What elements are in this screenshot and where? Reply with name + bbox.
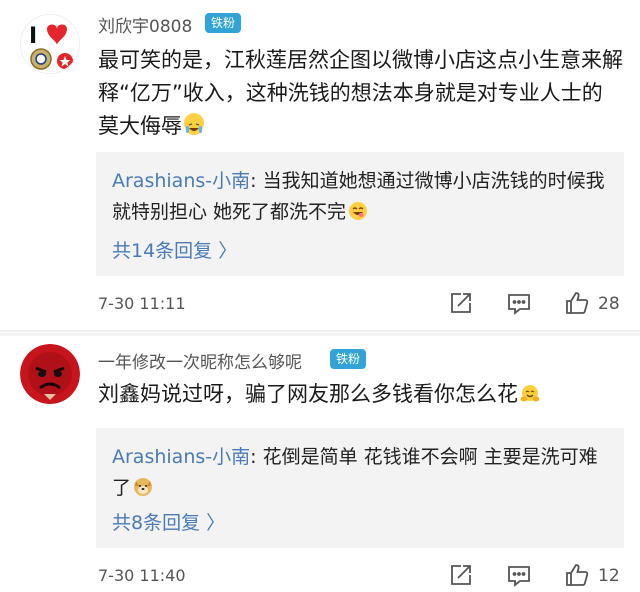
comment-text-content: 刘鑫妈说过呀，骗了网友那么多钱看你怎么花	[98, 382, 518, 406]
username[interactable]: 刘欣宇0808	[98, 12, 192, 37]
comment-time: 7-30 11:40	[98, 566, 186, 585]
avatar[interactable]	[20, 344, 80, 404]
reply-separator: :	[250, 446, 257, 468]
reply-author[interactable]: Arashians-小南	[112, 446, 250, 468]
comment-text: 最可笑的是，江秋莲居然企图以微博小店这点小生意来解释“亿万”收入，这种洗钱的想法…	[98, 44, 623, 143]
comment-time: 7-30 11:11	[98, 294, 186, 313]
username[interactable]: 一年修改一次昵称怎么够呢	[98, 348, 302, 373]
reply-preview[interactable]: Arashians-小南: 花倒是简单 花钱谁不会啊 主要是洗可难了 共8条回复…	[96, 428, 624, 548]
view-replies-link[interactable]: 共8条回复 〉	[112, 508, 225, 535]
avatar[interactable]: I	[20, 14, 80, 74]
avatar-image	[20, 344, 80, 404]
like-icon[interactable]	[564, 562, 590, 588]
grin-tongue-emoji-icon	[348, 200, 368, 220]
reply-author[interactable]: Arashians-小南	[112, 170, 250, 192]
doge-emoji-icon	[133, 476, 153, 496]
comment-item: I 刘欣宇0808 铁粉 最可笑的是，江秋莲居然企图以微博小店这点小生意来解释“…	[0, 0, 640, 330]
like-count: 28	[598, 294, 620, 314]
reply-text: Arashians-小南: 花倒是简单 花钱谁不会啊 主要是洗可难了	[112, 442, 612, 504]
svg-text:I: I	[29, 24, 37, 49]
comment-text: 刘鑫妈说过呀，骗了网友那么多钱看你怎么花	[98, 378, 623, 411]
like-icon[interactable]	[564, 290, 590, 316]
hug-emoji-icon	[520, 381, 540, 402]
comment-icon[interactable]	[506, 562, 532, 588]
fan-badge: 铁粉	[330, 349, 367, 369]
avatar-image: I	[21, 15, 79, 73]
comment-text-content: 最可笑的是，江秋莲居然企图以微博小店这点小生意来解释“亿万”收入，这种洗钱的想法…	[98, 48, 623, 138]
crying-laugh-emoji-icon	[184, 113, 204, 135]
share-icon[interactable]	[448, 290, 474, 316]
comment-icon[interactable]	[506, 290, 532, 316]
reply-text: Arashians-小南: 当我知道她想通过微博小店洗钱的时候我就特别担心 她死…	[112, 166, 612, 228]
like-count: 12	[598, 566, 620, 586]
fan-badge: 铁粉	[205, 13, 242, 33]
reply-separator: :	[250, 170, 257, 192]
reply-preview[interactable]: Arashians-小南: 当我知道她想通过微博小店洗钱的时候我就特别担心 她死…	[96, 152, 624, 276]
share-icon[interactable]	[448, 562, 474, 588]
view-replies-link[interactable]: 共14条回复 〉	[112, 236, 237, 263]
